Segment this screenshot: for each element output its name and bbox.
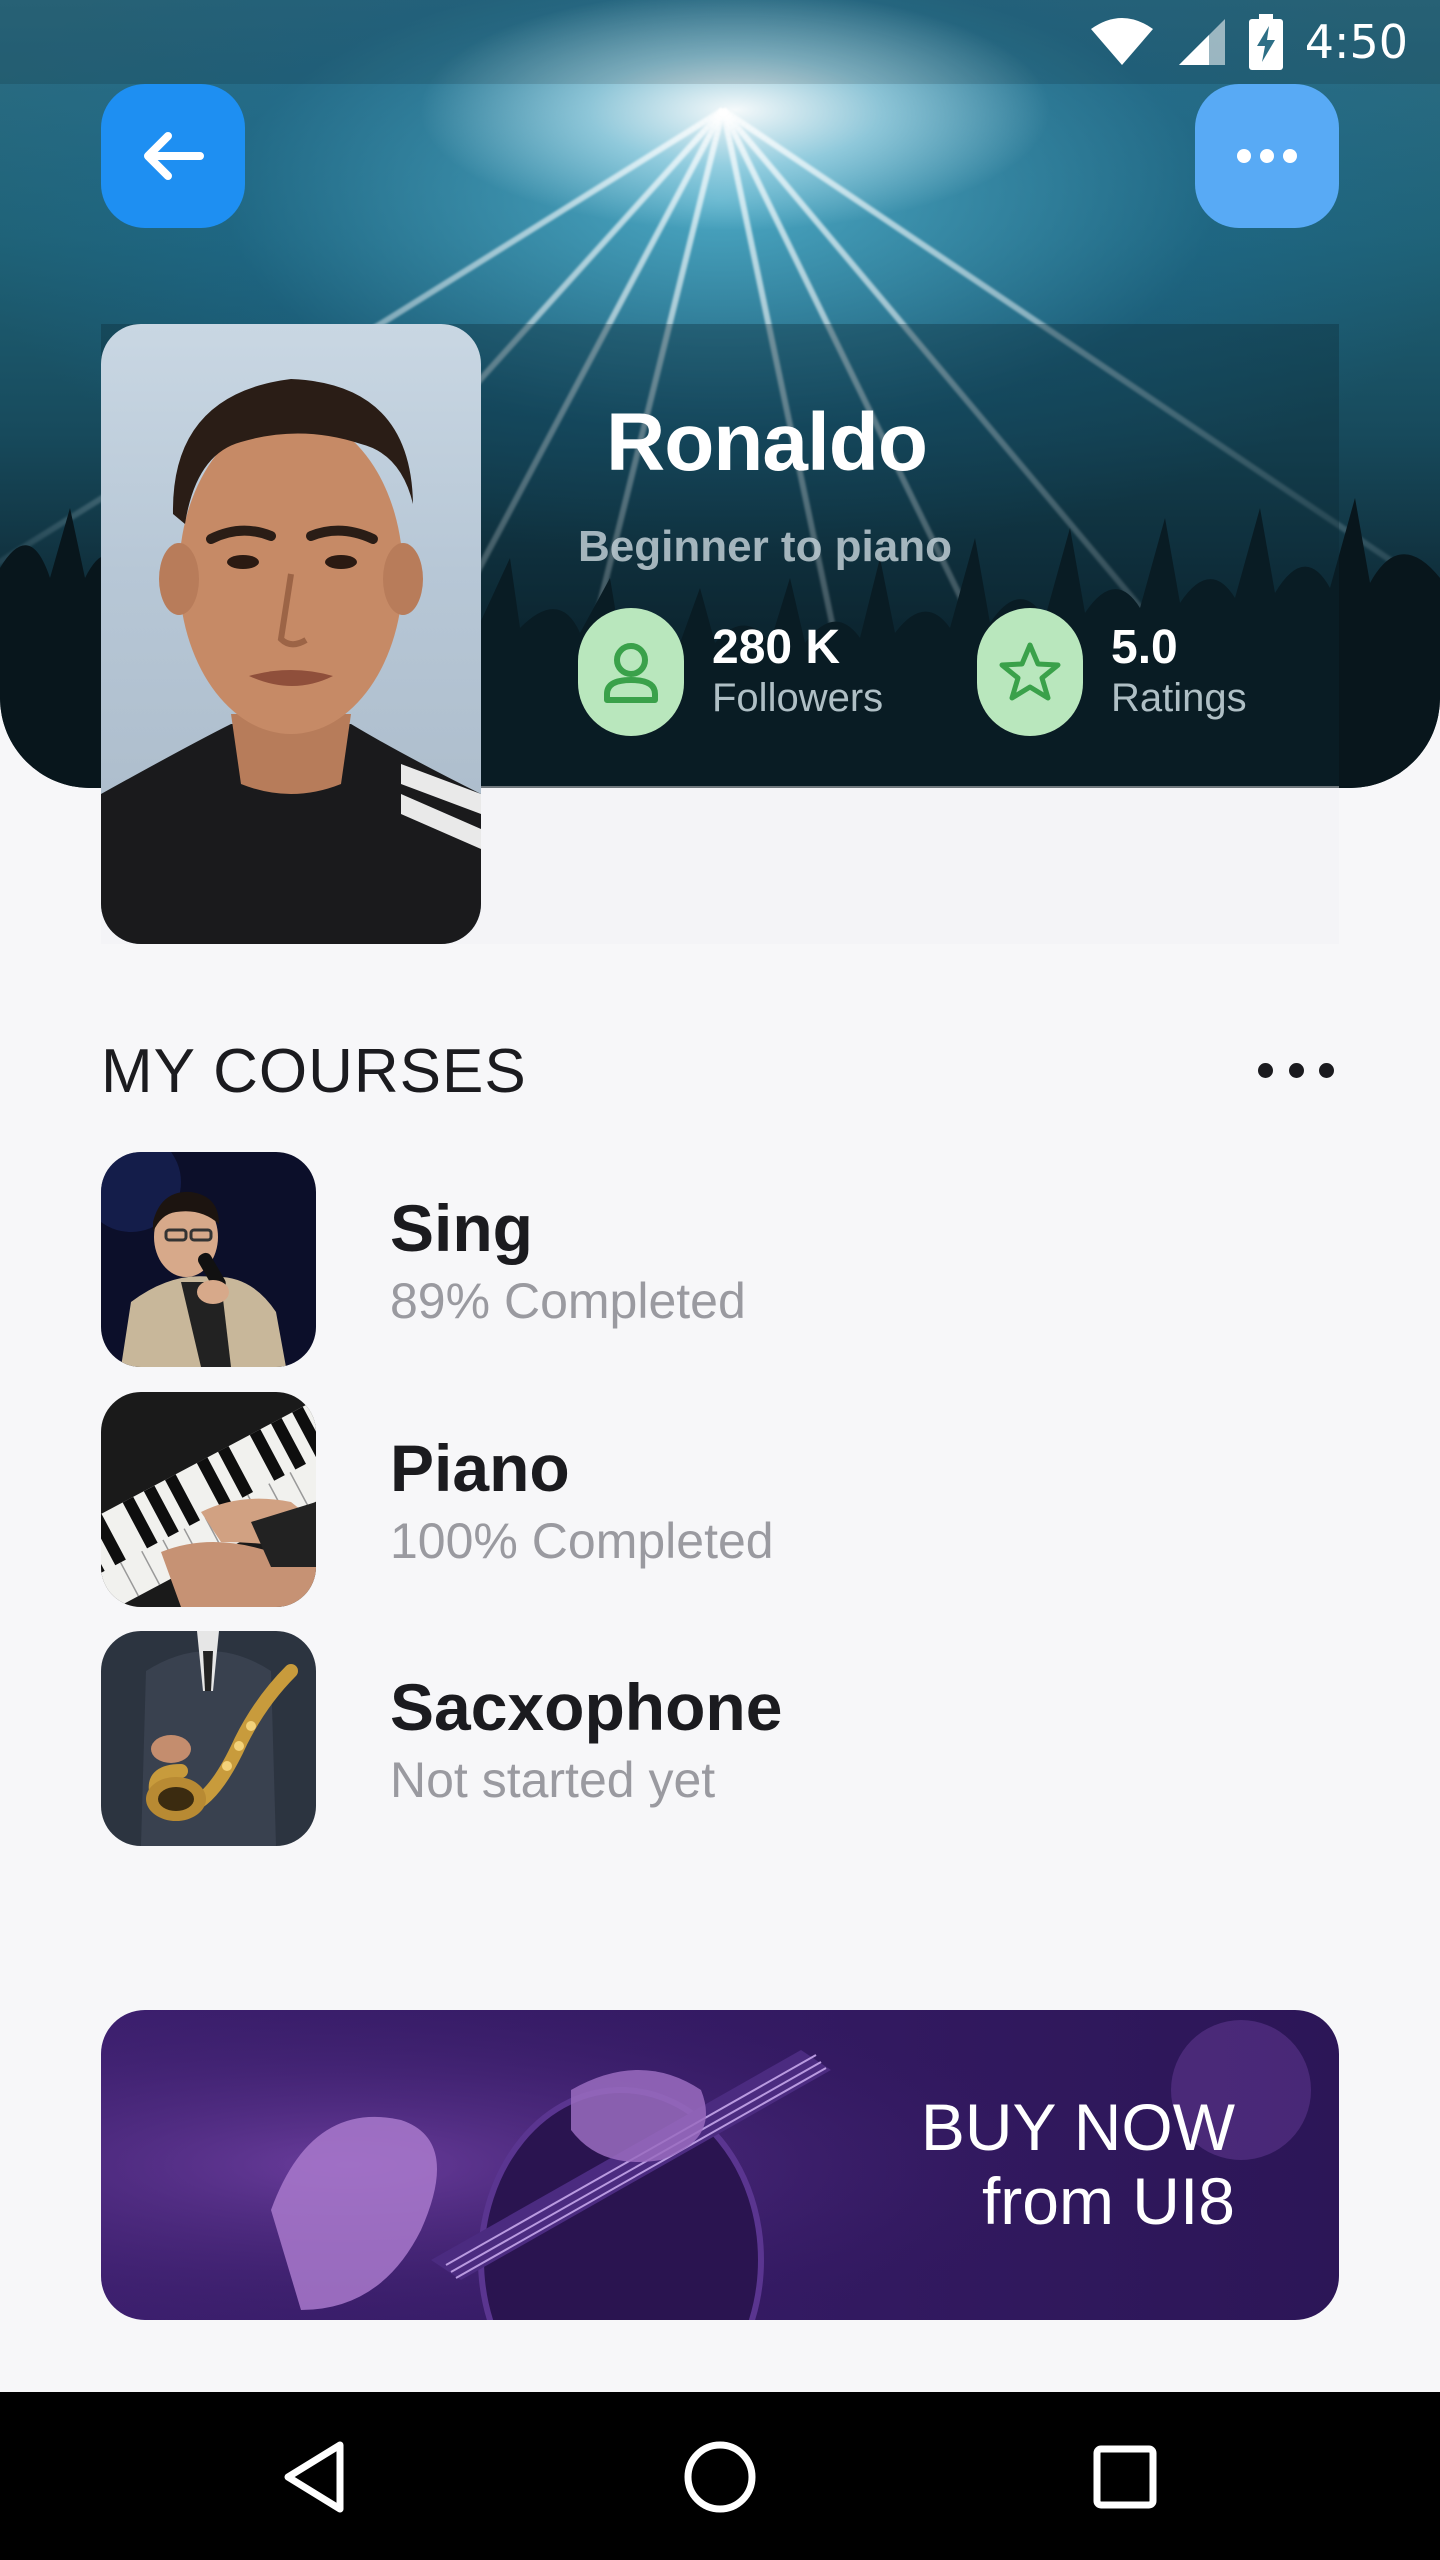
- banner-line-1: BUY NOW: [920, 2090, 1235, 2164]
- saxophone-image: [101, 1631, 316, 1846]
- course-status: 89% Completed: [390, 1273, 746, 1329]
- nav-home-button[interactable]: [675, 2432, 765, 2522]
- course-status: Not started yet: [390, 1752, 716, 1808]
- course-status: 100% Completed: [390, 1513, 774, 1569]
- home-circle-icon: [684, 2441, 756, 2513]
- ratings-value: 5.0: [1111, 621, 1178, 674]
- more-horizontal-icon: [1258, 1062, 1273, 1078]
- courses-more-button[interactable]: [1258, 1050, 1334, 1090]
- followers-icon-badge: [578, 608, 684, 736]
- followers-value: 280 K: [712, 621, 841, 674]
- buy-now-banner[interactable]: BUY NOW from UI8: [101, 2010, 1339, 2320]
- arrow-left-icon: [144, 132, 204, 180]
- signal-icon: [1178, 19, 1225, 65]
- profile-photo: [101, 379, 481, 944]
- star-icon: [999, 642, 1061, 701]
- back-triangle-icon: [284, 2441, 344, 2513]
- back-button[interactable]: [101, 84, 245, 228]
- battery-charging-icon: [1248, 14, 1283, 70]
- nav-back-button[interactable]: [270, 2432, 360, 2522]
- course-title: Sacxophone: [390, 1670, 783, 1744]
- nav-recents-button[interactable]: [1080, 2432, 1170, 2522]
- ratings-icon-badge: [977, 608, 1083, 736]
- course-item-saxophone[interactable]: Sacxophone Not started yet: [101, 1631, 1339, 1846]
- profile-name: Ronaldo: [606, 397, 928, 488]
- courses-section-title: MY COURSES: [101, 1037, 527, 1106]
- recents-square-icon: [1093, 2445, 1157, 2509]
- profile-avatar: [101, 324, 481, 944]
- system-navigation-bar: [0, 2392, 1440, 2560]
- piano-image: [101, 1392, 316, 1607]
- followers-label: Followers: [712, 676, 884, 720]
- singer-image: [101, 1152, 316, 1367]
- more-horizontal-icon: [1237, 149, 1297, 163]
- course-title: Piano: [390, 1431, 570, 1505]
- course-title: Sing: [390, 1191, 533, 1265]
- course-item-sing[interactable]: Sing 89% Completed: [101, 1152, 1339, 1367]
- wifi-icon: [1090, 18, 1153, 65]
- status-bar: 4:50: [0, 0, 1440, 84]
- banner-line-2: from UI8: [981, 2164, 1235, 2238]
- status-time: 4:50: [1304, 15, 1408, 69]
- course-item-piano[interactable]: Piano 100% Completed: [101, 1392, 1339, 1607]
- user-icon: [604, 643, 658, 703]
- profile-subtitle: Beginner to piano: [578, 522, 952, 571]
- more-options-button[interactable]: [1195, 84, 1339, 228]
- ratings-label: Ratings: [1111, 676, 1247, 720]
- banner-text: BUY NOW from UI8: [921, 2090, 1235, 2238]
